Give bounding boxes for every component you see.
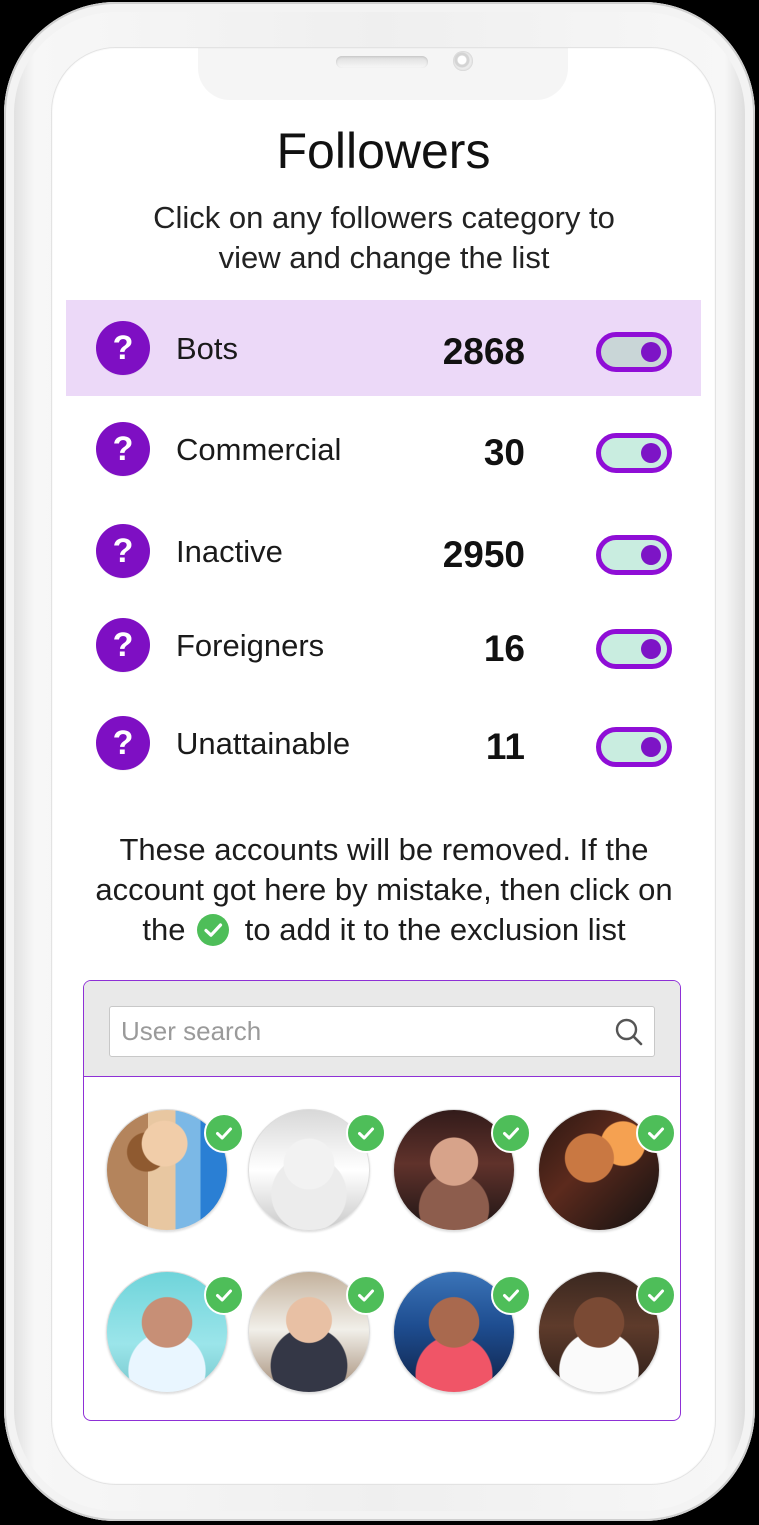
category-row-bots[interactable]: ? Bots 2868 (66, 300, 701, 396)
user-card[interactable] (106, 1271, 244, 1399)
category-label: Inactive (176, 534, 283, 569)
question-mark-icon[interactable]: ? (96, 321, 150, 375)
category-toggle[interactable] (596, 629, 672, 669)
question-mark-icon[interactable]: ? (96, 422, 150, 476)
search-input[interactable] (110, 1007, 654, 1056)
user-card[interactable] (393, 1271, 531, 1399)
category-toggle[interactable] (596, 535, 672, 575)
check-icon[interactable] (204, 1275, 244, 1315)
category-label: Unattainable (176, 726, 351, 761)
user-card[interactable] (248, 1271, 386, 1399)
phone-speaker (336, 56, 428, 68)
category-toggle[interactable] (596, 332, 672, 372)
check-icon[interactable] (636, 1113, 676, 1153)
category-toggle[interactable] (596, 433, 672, 473)
user-panel (83, 980, 681, 1421)
check-icon[interactable] (636, 1275, 676, 1315)
search-bar (84, 981, 680, 1077)
check-icon[interactable] (346, 1275, 386, 1315)
category-toggle[interactable] (596, 727, 672, 767)
category-count: 2950 (442, 534, 525, 575)
category-list: ? Bots 2868 ? Commercial 30 ? Inactive 2… (66, 300, 701, 780)
app-screen: Followers Click on any followers categor… (52, 48, 715, 1484)
page-subtitle: Click on any followers category to view … (153, 200, 615, 275)
question-mark-icon[interactable]: ? (96, 716, 150, 770)
category-row-inactive[interactable]: ? Inactive 2950 (66, 503, 701, 599)
category-count: 11 (485, 726, 525, 767)
check-icon (197, 913, 230, 946)
category-row-commercial[interactable]: ? Commercial 30 (66, 401, 701, 497)
avatar-grid (84, 1077, 680, 1420)
check-icon[interactable] (346, 1113, 386, 1153)
camera-icon (453, 51, 473, 71)
search-box[interactable] (109, 1006, 655, 1057)
category-count: 16 (483, 628, 525, 669)
search-icon[interactable] (614, 1017, 644, 1047)
phone-frame: Followers Click on any followers categor… (4, 2, 755, 1521)
page-title: Followers (276, 123, 491, 179)
user-card[interactable] (538, 1109, 676, 1237)
check-icon[interactable] (491, 1275, 531, 1315)
category-count: 30 (483, 432, 525, 473)
user-card[interactable] (538, 1271, 676, 1399)
removal-notice: These accounts will be removed. If the a… (86, 830, 682, 950)
check-icon[interactable] (204, 1113, 244, 1153)
category-label: Foreigners (176, 628, 325, 663)
category-row-foreigners[interactable]: ? Foreigners 16 (66, 597, 701, 693)
category-count: 2868 (442, 331, 525, 372)
user-card[interactable] (393, 1109, 531, 1237)
user-card[interactable] (248, 1109, 386, 1237)
phone-notch (198, 48, 568, 100)
category-row-unattainable[interactable]: ? Unattainable 11 (66, 695, 701, 791)
category-label: Commercial (176, 432, 342, 467)
user-card[interactable] (106, 1109, 244, 1237)
question-mark-icon[interactable]: ? (96, 618, 150, 672)
check-icon[interactable] (491, 1113, 531, 1153)
notice-text-suffix: to add it to the exclusion list (244, 912, 626, 947)
category-label: Bots (176, 331, 239, 366)
question-mark-icon[interactable]: ? (96, 524, 150, 578)
